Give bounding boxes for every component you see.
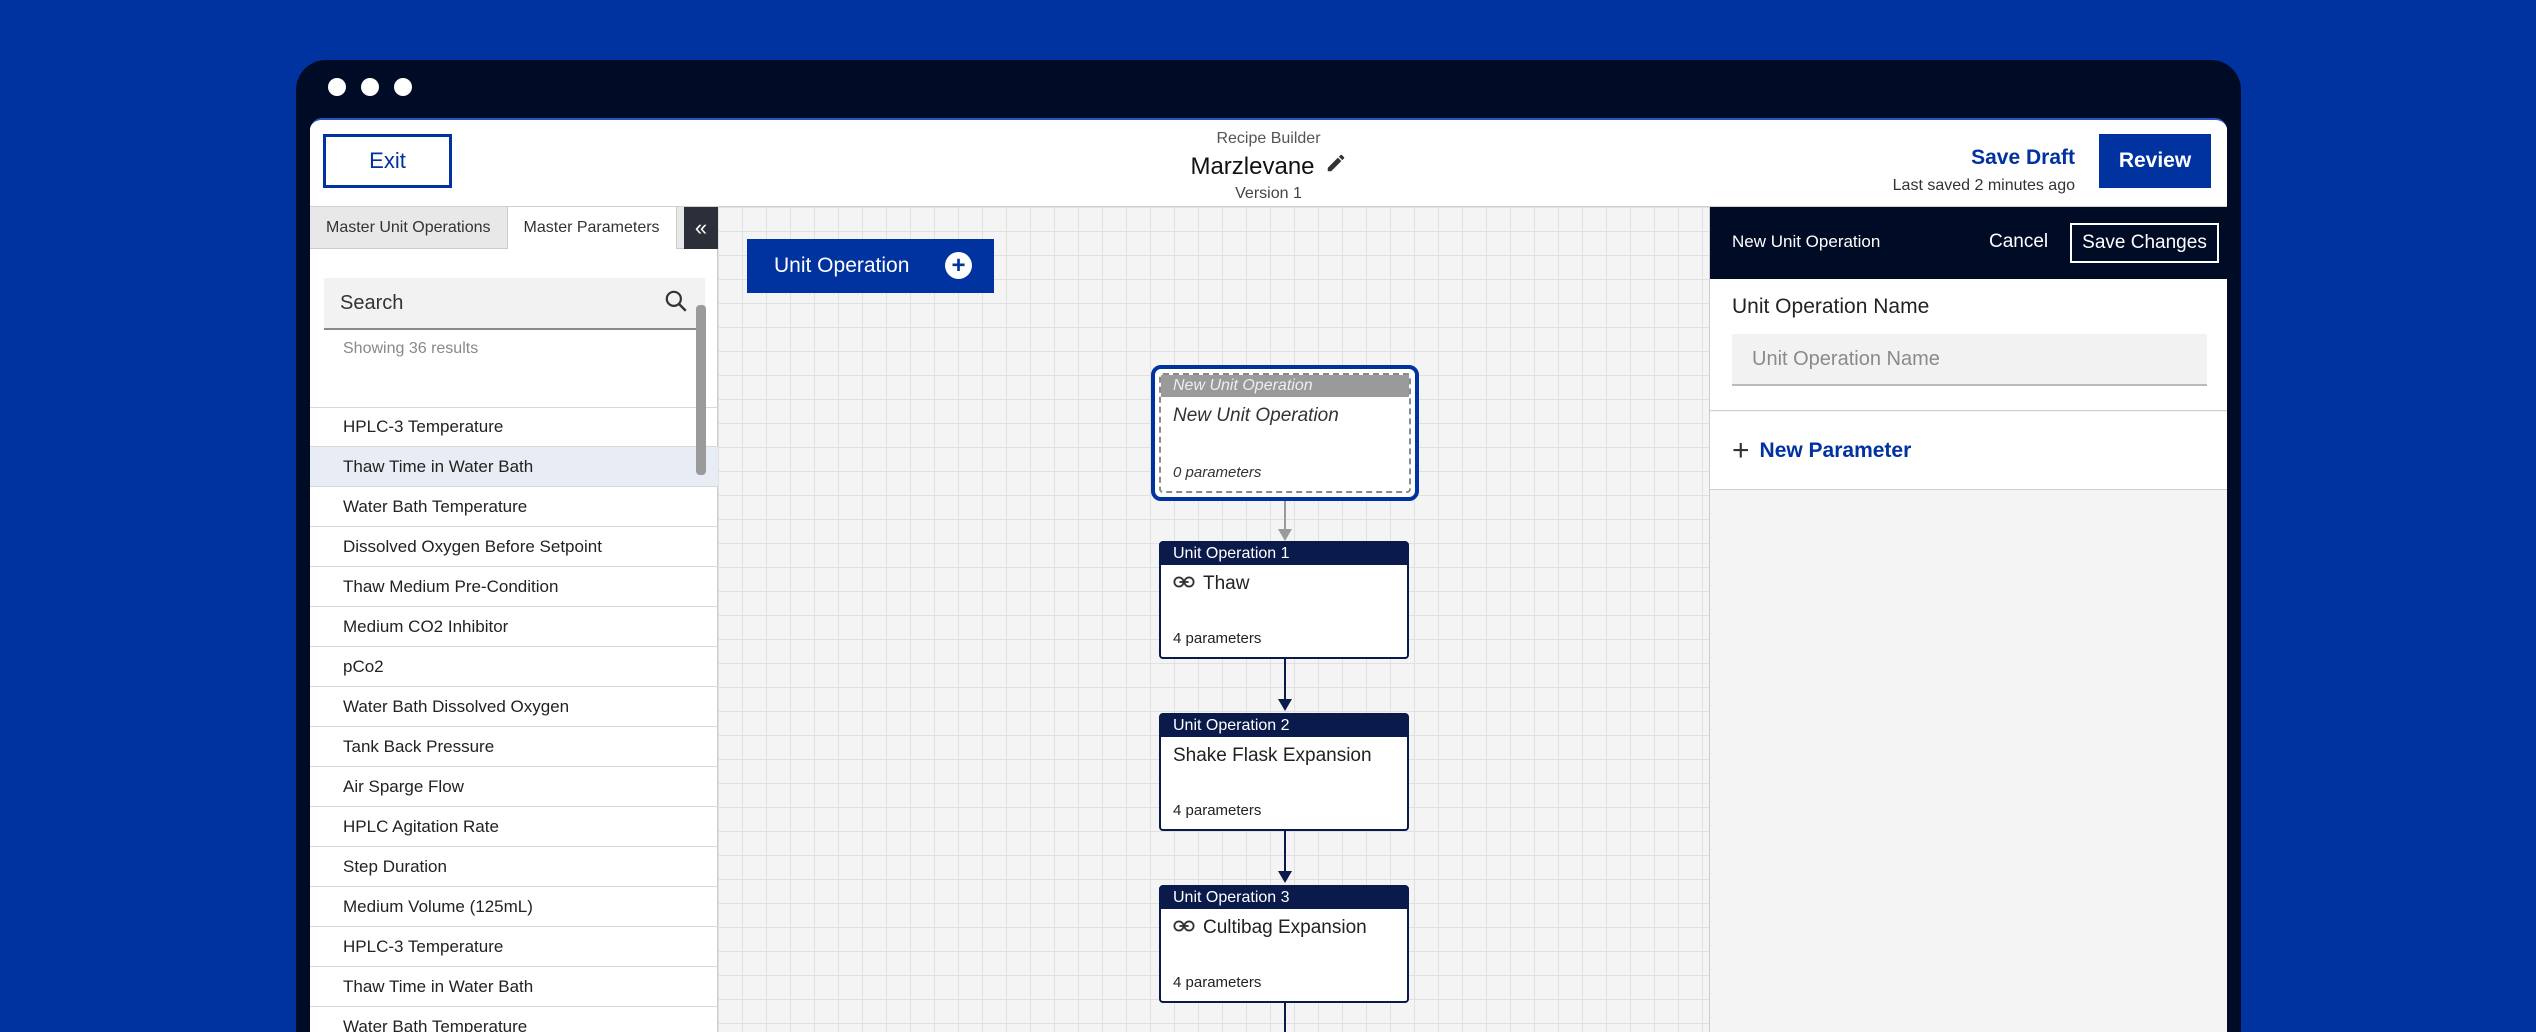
double-chevron-left-icon[interactable]: « — [684, 207, 718, 249]
list-item[interactable]: Dissolved Oxygen Before Setpoint — [310, 527, 718, 567]
link-icon — [1173, 573, 1195, 595]
left-panel: Master Unit Operations Master Parameters… — [310, 207, 718, 1032]
list-item[interactable]: Medium CO2 Inhibitor — [310, 607, 718, 647]
list-item[interactable]: Tank Back Pressure — [310, 727, 718, 767]
page-title-row: Marzlevane — [1190, 152, 1346, 181]
node-param-count: 0 parameters — [1173, 464, 1262, 481]
search-icon[interactable] — [663, 288, 689, 319]
arrow-down-icon — [1278, 699, 1292, 711]
last-saved-text: Last saved 2 minutes ago — [1892, 177, 2075, 194]
new-parameter-button[interactable]: + New Parameter — [1710, 412, 2227, 490]
node-header: Unit Operation 1 — [1161, 543, 1407, 565]
arrow-down-icon — [1278, 529, 1292, 541]
node-title: Shake Flask Expansion — [1173, 745, 1372, 766]
save-draft-link[interactable]: Save Draft — [1971, 146, 2075, 170]
page-subtitle: Recipe Builder — [1216, 130, 1321, 147]
node-param-count: 4 parameters — [1173, 802, 1262, 819]
panel-tabs: Master Unit Operations Master Parameters… — [310, 207, 718, 249]
list-item[interactable]: HPLC Agitation Rate — [310, 807, 718, 847]
unit-operation-node[interactable]: Unit Operation 3 Cultibag Expansion 4 pa… — [1159, 885, 1409, 1003]
list-item[interactable]: Air Sparge Flow — [310, 767, 718, 807]
node-header: New Unit Operation — [1161, 375, 1409, 397]
flow-canvas[interactable]: Unit Operation + New Unit Operation New … — [718, 207, 1709, 1032]
window-dot — [328, 78, 346, 96]
save-changes-button[interactable]: Save Changes — [2070, 223, 2219, 263]
connector-line — [1284, 1003, 1286, 1032]
pencil-icon[interactable] — [1325, 152, 1347, 181]
page-title: Marzlevane — [1190, 152, 1315, 180]
cancel-button[interactable]: Cancel — [1989, 231, 2048, 253]
arrow-down-icon — [1278, 871, 1292, 883]
list-item[interactable]: Water Bath Temperature — [310, 1007, 718, 1032]
node-param-count: 4 parameters — [1173, 630, 1262, 647]
right-panel-header: New Unit Operation Cancel Save Changes — [1710, 207, 2227, 279]
node-title-row: Thaw — [1161, 565, 1407, 595]
list-item[interactable]: Step Duration — [310, 847, 718, 887]
node-title: New Unit Operation — [1173, 405, 1339, 426]
window-dot — [394, 78, 412, 96]
add-unit-operation-button[interactable]: Unit Operation + — [747, 239, 994, 293]
right-panel-title: New Unit Operation — [1732, 232, 1881, 251]
link-icon — [1173, 917, 1195, 939]
window-dot — [361, 78, 379, 96]
list-item[interactable]: HPLC-3 Temperature — [310, 407, 718, 447]
review-button[interactable]: Review — [2099, 134, 2211, 188]
connector-line — [1284, 501, 1286, 531]
node-header: Unit Operation 2 — [1161, 715, 1407, 737]
node-header: Unit Operation 3 — [1161, 887, 1407, 909]
unit-operation-name-label: Unit Operation Name — [1732, 295, 1930, 318]
node-param-count: 4 parameters — [1173, 974, 1262, 991]
tab-master-parameters[interactable]: Master Parameters — [506, 207, 677, 249]
list-item[interactable]: HPLC-3 Temperature — [310, 927, 718, 967]
plus-icon: + — [1732, 433, 1750, 467]
connector-line — [1284, 659, 1286, 699]
new-parameter-label: New Parameter — [1759, 438, 1912, 462]
unit-operation-node[interactable]: Unit Operation 2 Shake Flask Expansion 4… — [1159, 713, 1409, 831]
list-item[interactable]: Water Bath Dissolved Oxygen — [310, 687, 718, 727]
list-item[interactable]: Thaw Medium Pre-Condition — [310, 567, 718, 607]
device-frame: Exit Recipe Builder Marzlevane Version 1… — [296, 60, 2241, 1032]
list-item[interactable]: Thaw Time in Water Bath — [310, 447, 718, 487]
right-panel: New Unit Operation Cancel Save Changes U… — [1709, 207, 2227, 1032]
plus-circle-icon: + — [945, 252, 972, 279]
search-box — [324, 278, 705, 330]
new-unit-operation-node[interactable]: New Unit Operation New Unit Operation 0 … — [1151, 365, 1419, 501]
node-title: Thaw — [1203, 573, 1250, 594]
list-item[interactable]: Medium Volume (125mL) — [310, 887, 718, 927]
node-title: Cultibag Expansion — [1203, 917, 1367, 938]
node-title-row: Cultibag Expansion — [1161, 909, 1407, 939]
list-item[interactable]: Thaw Time in Water Bath — [310, 967, 718, 1007]
search-input[interactable] — [340, 291, 663, 315]
tab-master-unit-operations[interactable]: Master Unit Operations — [310, 207, 507, 249]
app-header: Exit Recipe Builder Marzlevane Version 1… — [310, 120, 2227, 207]
list-item[interactable]: pCo2 — [310, 647, 718, 687]
new-node-card: New Unit Operation New Unit Operation 0 … — [1159, 373, 1411, 493]
parameter-list: HPLC-3 Temperature Thaw Time in Water Ba… — [310, 407, 718, 1032]
list-item[interactable]: Water Bath Temperature — [310, 487, 718, 527]
connector-line — [1284, 831, 1286, 871]
app-screen: Exit Recipe Builder Marzlevane Version 1… — [310, 118, 2227, 1032]
unit-operation-form: Unit Operation Name — [1710, 279, 2227, 411]
results-count: Showing 36 results — [343, 340, 479, 357]
list-scrollbar[interactable] — [696, 305, 706, 475]
unit-operation-node[interactable]: Unit Operation 1 Thaw 4 parameters — [1159, 541, 1409, 659]
unit-operation-name-input[interactable] — [1732, 334, 2207, 386]
add-unit-operation-label: Unit Operation — [774, 254, 910, 277]
